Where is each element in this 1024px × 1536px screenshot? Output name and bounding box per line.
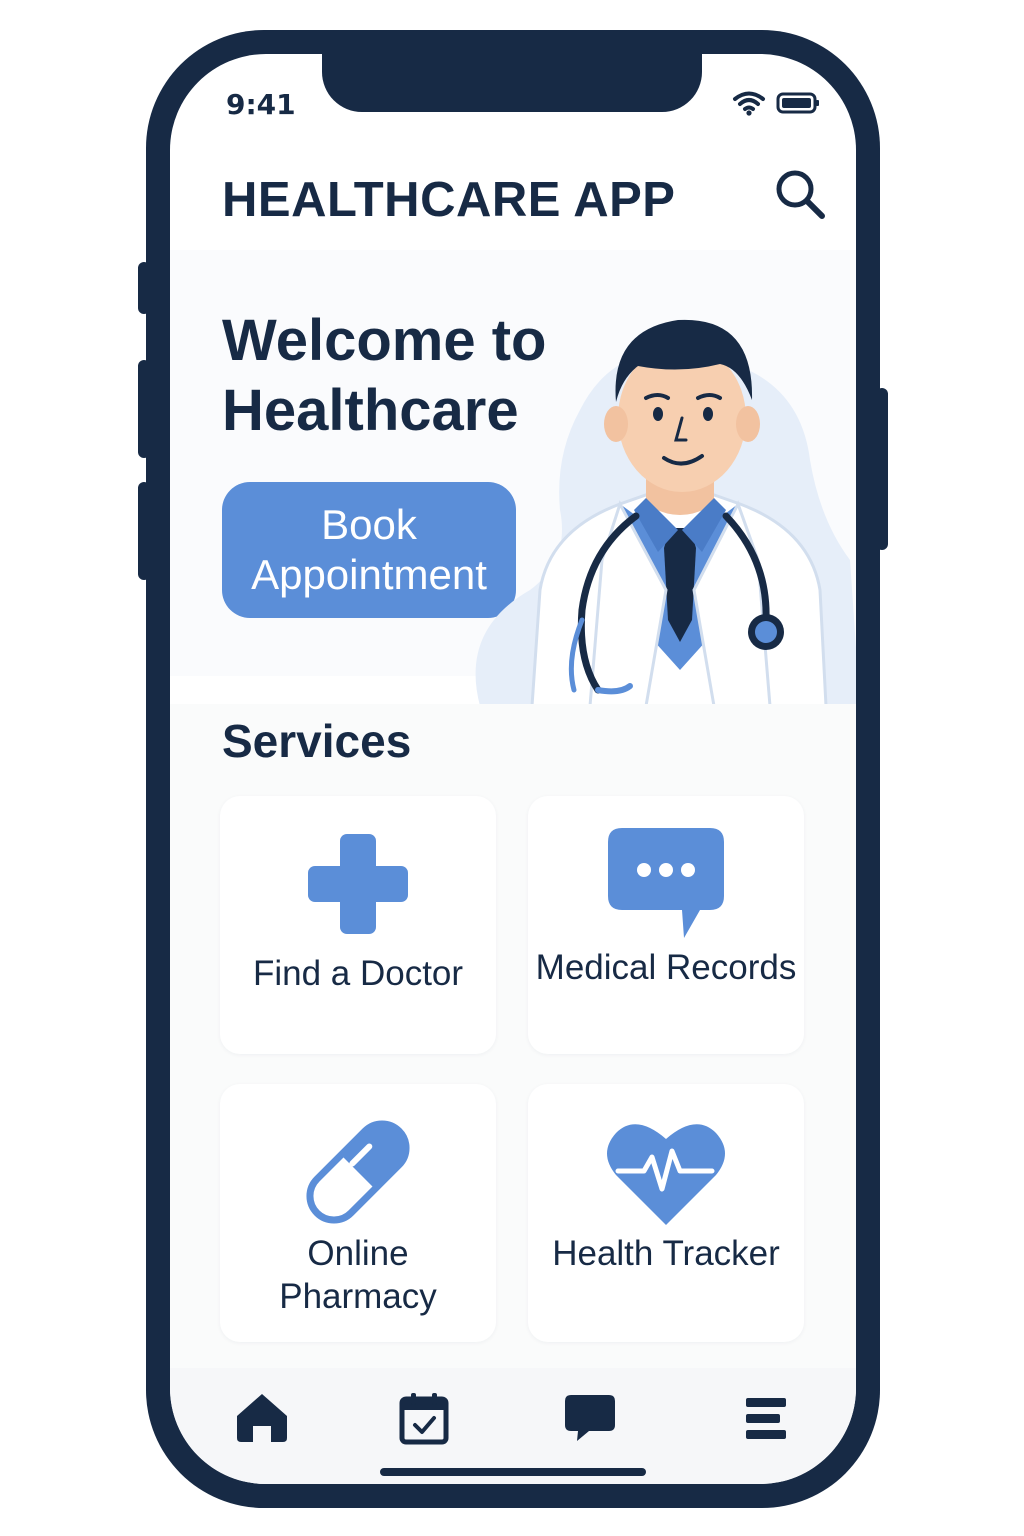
search-button[interactable] — [770, 166, 830, 226]
nav-messages[interactable] — [558, 1388, 622, 1452]
calendar-check-icon — [399, 1391, 449, 1449]
menu-icon — [744, 1396, 788, 1444]
nav-appointments[interactable] — [392, 1388, 456, 1452]
service-label: Health Tracker — [552, 1234, 780, 1273]
service-label: Medical Records — [535, 948, 797, 987]
plus-cross-icon — [220, 824, 496, 944]
app-title: HEALTHCARE APP — [222, 173, 676, 227]
chat-bubble-icon — [528, 824, 804, 944]
battery-icon — [776, 91, 820, 119]
wifi-icon — [732, 90, 766, 120]
home-icon — [235, 1392, 289, 1448]
services-title: Services — [222, 715, 412, 767]
nav-home[interactable] — [230, 1388, 294, 1452]
nav-menu[interactable] — [734, 1388, 798, 1452]
chat-icon — [563, 1393, 617, 1447]
notch — [322, 54, 702, 112]
home-indicator — [380, 1468, 646, 1476]
service-card-online-pharmacy[interactable]: Online Pharmacy — [220, 1084, 496, 1342]
search-icon — [773, 167, 827, 225]
stage: 9:41 HEALTHCARE APP Welcome to Healthcar… — [0, 0, 1024, 1536]
phone-screen: 9:41 HEALTHCARE APP Welcome to Healthcar… — [170, 54, 856, 1484]
pill-icon — [220, 1112, 496, 1232]
doctor-illustration — [470, 290, 856, 708]
service-card-medical-records[interactable]: Medical Records — [528, 796, 804, 1054]
service-card-health-tracker[interactable]: Health Tracker — [528, 1084, 804, 1342]
service-label: Online Pharmacy — [279, 1234, 437, 1316]
status-icons — [732, 90, 820, 120]
status-time: 9:41 — [226, 88, 296, 121]
heart-pulse-icon — [528, 1112, 804, 1232]
service-card-find-doctor[interactable]: Find a Doctor — [220, 796, 496, 1054]
service-label: Find a Doctor — [252, 954, 464, 993]
